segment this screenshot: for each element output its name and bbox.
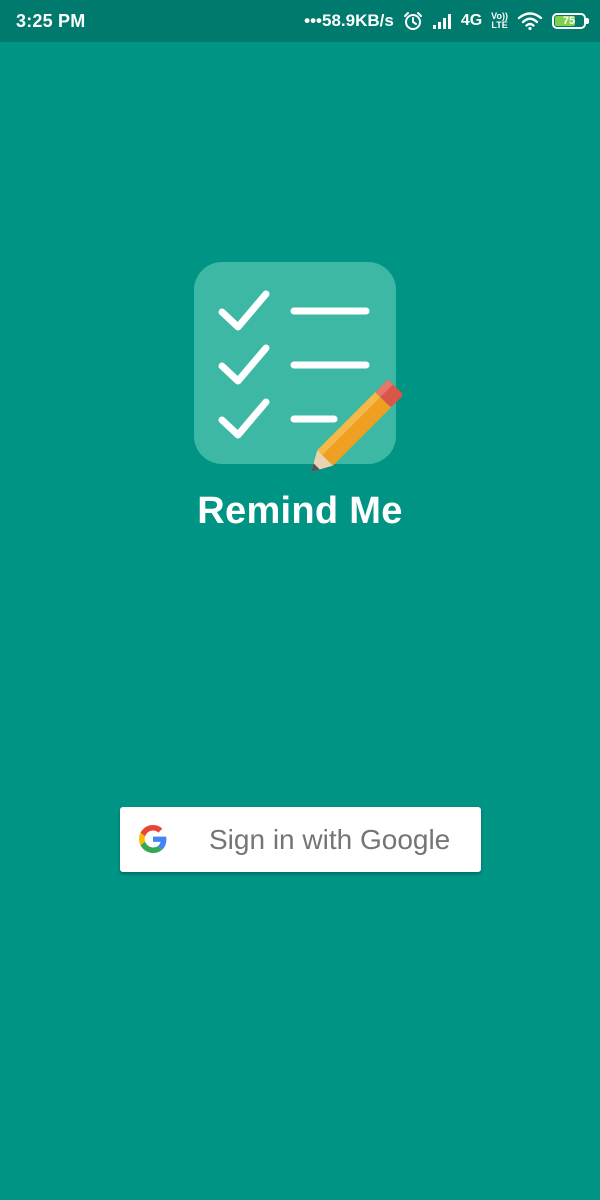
signal-icon — [432, 13, 452, 29]
google-g-icon — [139, 825, 167, 853]
wifi-icon — [517, 12, 543, 30]
alarm-icon — [403, 11, 423, 31]
network-type: 4G — [460, 12, 483, 29]
status-icons: •••58.9KB/s 4G Vo)) LTE 75 — [304, 11, 589, 31]
volte-bottom-label: LTE — [491, 20, 508, 30]
status-bar: 3:25 PM •••58.9KB/s 4G Vo)) LTE 75 — [0, 0, 600, 42]
sign-in-label: Sign in with Google — [209, 824, 451, 855]
battery-tip — [586, 18, 589, 24]
battery-level: 75 — [562, 15, 576, 27]
status-time: 3:25 PM — [16, 10, 86, 31]
checklist-pencil-icon — [194, 262, 414, 482]
battery-icon: 75 — [552, 13, 589, 29]
sign-in-with-google-button[interactable]: Sign in with Google — [120, 807, 481, 872]
network-speed: •••58.9KB/s — [304, 11, 394, 30]
volte-icon: Vo)) LTE — [491, 12, 508, 30]
app-title: Remind Me — [197, 490, 403, 532]
